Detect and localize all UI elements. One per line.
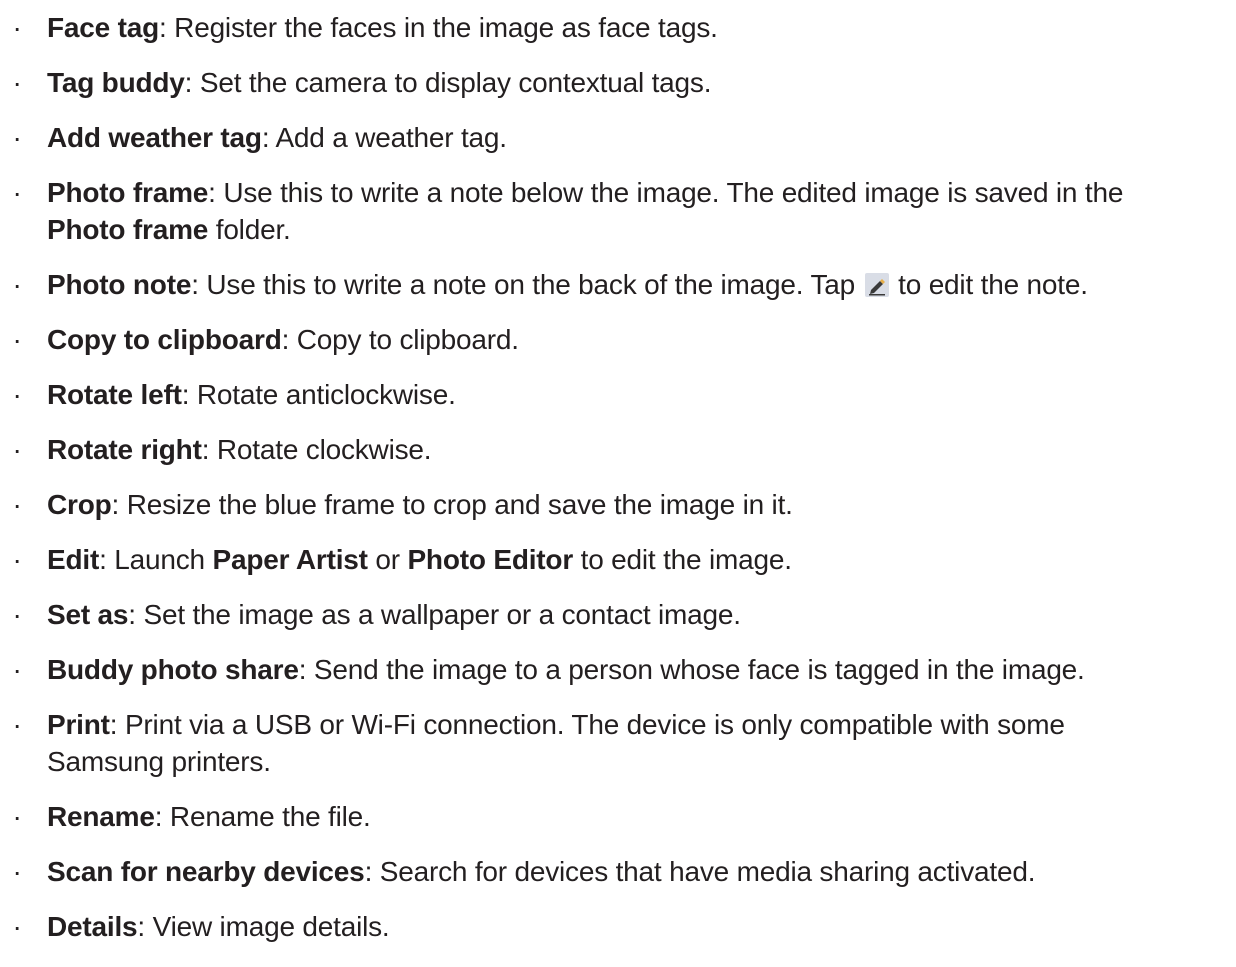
- item-separator: :: [109, 709, 125, 740]
- item-term: Buddy photo share: [47, 654, 299, 685]
- item-separator: :: [201, 434, 217, 465]
- bullet: ·: [12, 269, 22, 300]
- item-separator: :: [159, 12, 175, 43]
- item-description-connector: or: [367, 544, 408, 575]
- item-separator: :: [208, 177, 224, 208]
- item-term: Rotate right: [47, 434, 202, 465]
- list-item-tag-buddy: · Tag buddy: Set the camera to display c…: [0, 64, 1236, 101]
- bullet: ·: [12, 324, 22, 355]
- list-item-rename: · Rename: Rename the file.: [0, 798, 1236, 835]
- item-separator: :: [298, 654, 314, 685]
- item-term: Scan for nearby devices: [47, 856, 365, 887]
- item-separator: :: [99, 544, 115, 575]
- item-separator: :: [191, 269, 207, 300]
- bullet: ·: [12, 856, 22, 887]
- bullet: ·: [12, 709, 22, 740]
- list-item-details: · Details: View image details.: [0, 908, 1236, 945]
- list-item-rotate-right: · Rotate right: Rotate clockwise.: [0, 431, 1236, 468]
- item-description: Register the faces in the image as face …: [174, 12, 718, 43]
- item-separator: :: [181, 379, 197, 410]
- item-term: Set as: [47, 599, 129, 630]
- bullet: ·: [12, 177, 22, 208]
- item-separator: :: [128, 599, 144, 630]
- edit-pencil-icon: [864, 269, 889, 297]
- item-separator: :: [184, 67, 200, 98]
- item-term: Tag buddy: [47, 67, 185, 98]
- list-item-add-weather-tag: · Add weather tag: Add a weather tag.: [0, 119, 1236, 156]
- item-description: Set the image as a wallpaper or a contac…: [143, 599, 741, 630]
- app-name-photo-editor: Photo Editor: [407, 544, 574, 575]
- item-description: Rename the file.: [169, 801, 371, 832]
- list-item-copy-to-clipboard: · Copy to clipboard: Copy to clipboard.: [0, 321, 1236, 358]
- item-description: Use this to write a note on the back of …: [206, 269, 863, 300]
- item-separator: :: [364, 856, 380, 887]
- item-term: Copy to clipboard: [47, 324, 282, 355]
- item-description: Add a weather tag.: [275, 122, 507, 153]
- bullet: ·: [12, 12, 22, 43]
- list-item-face-tag: · Face tag: Register the faces in the im…: [0, 9, 1236, 46]
- bullet: ·: [12, 67, 22, 98]
- item-term: Print: [47, 709, 110, 740]
- bullet: ·: [12, 489, 22, 520]
- list-item-buddy-photo-share: · Buddy photo share: Send the image to a…: [0, 651, 1236, 688]
- bullet: ·: [12, 911, 22, 942]
- list-item-photo-frame: · Photo frame: Use this to write a note …: [0, 174, 1236, 248]
- item-term: Edit: [47, 544, 100, 575]
- item-term: Rotate left: [47, 379, 182, 410]
- item-term: Rename: [47, 801, 155, 832]
- list-item-edit: · Edit: Launch Paper Artist or Photo Edi…: [0, 541, 1236, 578]
- item-description-continued: to edit the image.: [573, 544, 792, 575]
- item-description: Set the camera to display contextual tag…: [199, 67, 712, 98]
- item-term: Details: [47, 911, 138, 942]
- item-term: Photo note: [47, 269, 192, 300]
- item-description: Print via a USB or Wi-Fi connection. The…: [124, 709, 1065, 740]
- list-item-set-as: · Set as: Set the image as a wallpaper o…: [0, 596, 1236, 633]
- bullet: ·: [12, 801, 22, 832]
- item-description: View image details.: [152, 911, 390, 942]
- bullet: ·: [12, 122, 22, 153]
- item-separator: :: [137, 911, 153, 942]
- item-separator: :: [281, 324, 297, 355]
- item-description: Rotate clockwise.: [216, 434, 432, 465]
- item-description-continued: Samsung printers.: [47, 746, 271, 777]
- item-term: Photo frame: [47, 177, 209, 208]
- app-name-paper-artist: Paper Artist: [212, 544, 368, 575]
- item-separator: :: [154, 801, 170, 832]
- item-description: Launch: [114, 544, 213, 575]
- bullet: ·: [12, 544, 22, 575]
- item-description-continued: folder.: [208, 214, 291, 245]
- item-description-continued: to edit the note.: [890, 269, 1088, 300]
- item-term: Crop: [47, 489, 112, 520]
- bullet: ·: [12, 379, 22, 410]
- list-item-scan-for-nearby-devices: · Scan for nearby devices: Search for de…: [0, 853, 1236, 890]
- bullet: ·: [12, 654, 22, 685]
- item-term: Face tag: [47, 12, 159, 43]
- menu-options-page: · Face tag: Register the faces in the im…: [0, 0, 1236, 967]
- item-separator: :: [111, 489, 127, 520]
- list-item-crop: · Crop: Resize the blue frame to crop an…: [0, 486, 1236, 523]
- item-description: Resize the blue frame to crop and save t…: [126, 489, 793, 520]
- item-separator: :: [261, 122, 276, 153]
- item-description: Send the image to a person whose face is…: [313, 654, 1085, 685]
- item-description: Rotate anticlockwise.: [196, 379, 456, 410]
- list-item-photo-note: · Photo note: Use this to write a note o…: [0, 266, 1236, 303]
- list-item-print: · Print: Print via a USB or Wi-Fi connec…: [0, 706, 1236, 780]
- item-folder-name: Photo frame: [47, 214, 209, 245]
- options-list: · Face tag: Register the faces in the im…: [0, 9, 1236, 963]
- bullet: ·: [12, 434, 22, 465]
- item-description: Copy to clipboard.: [296, 324, 519, 355]
- bullet: ·: [12, 599, 22, 630]
- item-term: Add weather tag: [47, 122, 262, 153]
- list-item-rotate-left: · Rotate left: Rotate anticlockwise.: [0, 376, 1236, 413]
- item-description: Search for devices that have media shari…: [379, 856, 1036, 887]
- item-description: Use this to write a note below the image…: [223, 177, 1124, 208]
